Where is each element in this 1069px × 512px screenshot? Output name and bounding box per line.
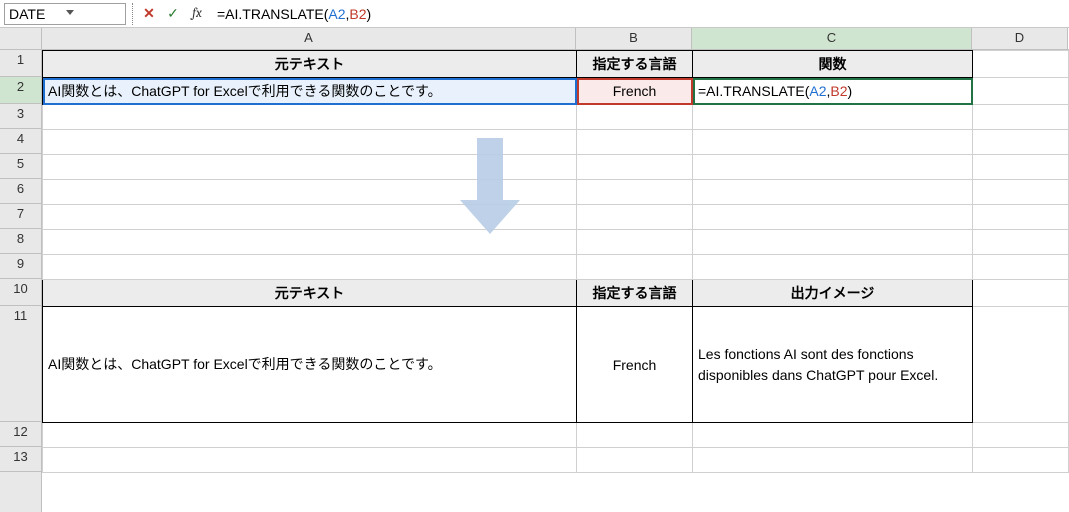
row-header-3[interactable]: 3 [0, 104, 41, 129]
formula-ref-b2: B2 [349, 6, 366, 22]
cell-a9[interactable] [43, 255, 577, 280]
column-header-a[interactable]: A [42, 28, 576, 49]
row-header-1[interactable]: 1 [0, 50, 41, 77]
cell-a10[interactable]: 元テキスト [43, 280, 577, 307]
row-header-4[interactable]: 4 [0, 129, 41, 154]
column-header-c[interactable]: C [692, 28, 972, 49]
cell-b7[interactable] [577, 205, 693, 230]
cell-a1[interactable]: 元テキスト [43, 51, 577, 78]
cell-a12[interactable] [43, 423, 577, 448]
cell-d2[interactable] [973, 78, 1069, 105]
formula-input[interactable]: =AI.TRANSLATE(A2,B2) [211, 3, 1065, 25]
cell-d1[interactable] [973, 51, 1069, 78]
cell-b3[interactable] [577, 105, 693, 130]
fx-icon: fx [192, 6, 202, 21]
row-header-9[interactable]: 9 [0, 254, 41, 279]
row-header-12[interactable]: 12 [0, 422, 41, 447]
row-header-11[interactable]: 11 [0, 306, 41, 422]
name-box[interactable]: DATE [4, 3, 126, 25]
formula-text-suffix: ) [367, 6, 372, 22]
cell-b13[interactable] [577, 448, 693, 473]
cell-d13[interactable] [973, 448, 1069, 473]
cell-b1[interactable]: 指定する言語 [577, 51, 693, 78]
down-arrow-icon [460, 138, 520, 248]
cell-d9[interactable] [973, 255, 1069, 280]
cancel-edit-button[interactable]: ✕ [139, 3, 159, 25]
cell-d4[interactable] [973, 130, 1069, 155]
row-header-5[interactable]: 5 [0, 154, 41, 179]
cell-c12[interactable] [693, 423, 973, 448]
chevron-down-icon [65, 9, 121, 19]
column-header-d[interactable]: D [972, 28, 1068, 49]
formula-bar: DATE ✕ ✓ fx =AI.TRANSLATE(A2,B2) [0, 0, 1069, 28]
cell-b5[interactable] [577, 155, 693, 180]
cell-d5[interactable] [973, 155, 1069, 180]
cell-c13[interactable] [693, 448, 973, 473]
cell-b2[interactable]: French [577, 78, 693, 105]
cell-c11[interactable]: Les fonctions AI sont des fonctions disp… [693, 307, 973, 423]
select-all-corner[interactable] [0, 28, 42, 49]
formula-ref-a2: A2 [328, 6, 345, 22]
row-headers: 1 2 3 4 5 6 7 8 9 10 11 12 13 [0, 50, 42, 512]
cell-grid: 元テキスト 指定する言語 関数 AI関数とは、ChatGPT for Excel… [42, 50, 1069, 512]
cell-b9[interactable] [577, 255, 693, 280]
cell-b11[interactable]: French [577, 307, 693, 423]
cell-d12[interactable] [973, 423, 1069, 448]
formula-text-prefix: =AI.TRANSLATE( [217, 6, 328, 22]
cell-c7[interactable] [693, 205, 973, 230]
cell-c4[interactable] [693, 130, 973, 155]
cell-b12[interactable] [577, 423, 693, 448]
cell-c1[interactable]: 関数 [693, 51, 973, 78]
cell-c8[interactable] [693, 230, 973, 255]
cell-c3[interactable] [693, 105, 973, 130]
row-header-7[interactable]: 7 [0, 204, 41, 229]
cell-c5[interactable] [693, 155, 973, 180]
check-icon: ✓ [167, 5, 179, 22]
row-header-6[interactable]: 6 [0, 179, 41, 204]
column-headers: A B C D [0, 28, 1069, 50]
cell-c10[interactable]: 出力イメージ [693, 280, 973, 307]
cell-c2-editing[interactable]: =AI.TRANSLATE(A2,B2) [693, 78, 973, 105]
cell-a2[interactable]: AI関数とは、ChatGPT for Excelで利用できる関数のことです。 [43, 78, 577, 105]
row-header-8[interactable]: 8 [0, 229, 41, 254]
cell-b10[interactable]: 指定する言語 [577, 280, 693, 307]
cell-d7[interactable] [973, 205, 1069, 230]
sheet-area: A B C D 1 2 3 4 5 6 7 8 9 10 11 12 13 元テ… [0, 28, 1069, 512]
column-header-b[interactable]: B [576, 28, 692, 49]
cell-d6[interactable] [973, 180, 1069, 205]
insert-function-button[interactable]: fx [187, 3, 207, 25]
cell-b6[interactable] [577, 180, 693, 205]
cell-d8[interactable] [973, 230, 1069, 255]
close-icon: ✕ [143, 5, 155, 22]
cell-b8[interactable] [577, 230, 693, 255]
cell-d11[interactable] [973, 307, 1069, 423]
cell-b4[interactable] [577, 130, 693, 155]
cell-c9[interactable] [693, 255, 973, 280]
confirm-edit-button[interactable]: ✓ [163, 3, 183, 25]
cell-c6[interactable] [693, 180, 973, 205]
cell-a11[interactable]: AI関数とは、ChatGPT for Excelで利用できる関数のことです。 [43, 307, 577, 423]
row-header-13[interactable]: 13 [0, 447, 41, 472]
separator [132, 3, 133, 25]
row-header-2[interactable]: 2 [0, 77, 41, 104]
cell-a3[interactable] [43, 105, 577, 130]
cell-a13[interactable] [43, 448, 577, 473]
row-header-10[interactable]: 10 [0, 279, 41, 306]
cell-d3[interactable] [973, 105, 1069, 130]
cell-d10[interactable] [973, 280, 1069, 307]
name-box-value: DATE [9, 6, 65, 22]
